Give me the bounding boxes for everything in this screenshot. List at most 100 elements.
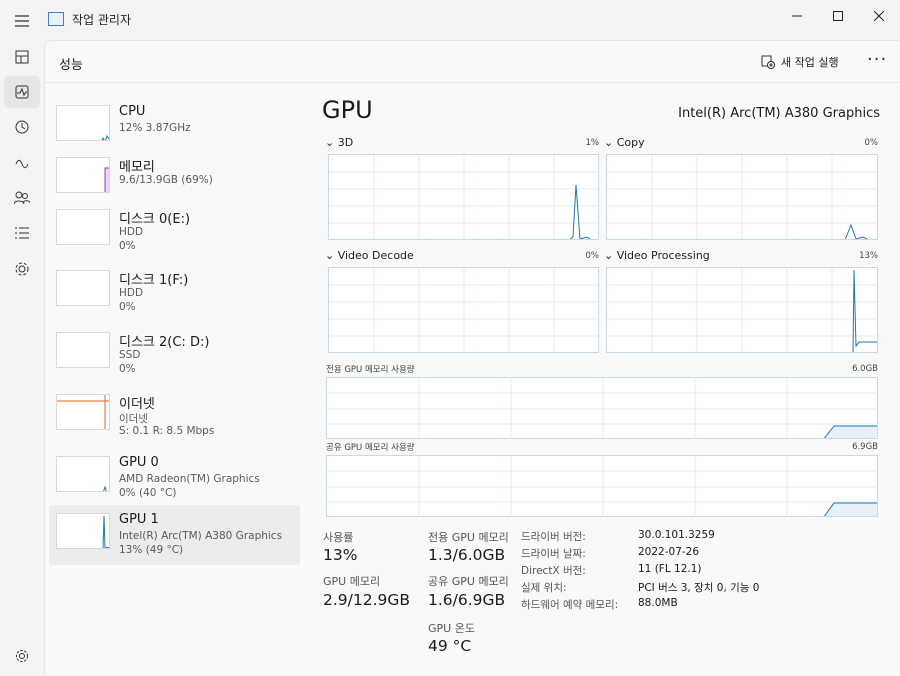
nav-performance[interactable] xyxy=(4,76,40,108)
maximize-icon xyxy=(833,11,843,21)
memory-thumbnail xyxy=(56,157,110,193)
driver-date-value: 2022-07-26 xyxy=(638,546,700,558)
physical-location-key: 실제 위치: xyxy=(521,582,567,594)
new-task-icon xyxy=(761,55,775,69)
gpu-temperature-value: 49 °C xyxy=(428,637,472,655)
resource-detail: 9.6/13.9GB (69%) xyxy=(119,174,213,186)
processes-icon xyxy=(15,50,29,64)
nav-details[interactable] xyxy=(4,217,40,249)
hamburger-menu-button[interactable] xyxy=(4,5,40,37)
engine-percent: 0% xyxy=(585,251,600,261)
engine-copy-graph xyxy=(606,154,878,240)
dedicated-gpu-memory-label: 전용 GPU 메모리 xyxy=(428,531,509,544)
performance-icon xyxy=(15,85,29,99)
resource-usage: 0% xyxy=(119,363,136,375)
resource-item-disk0[interactable]: 디스크 0(E:) HDD 0% xyxy=(49,201,300,261)
disk2-thumbnail xyxy=(56,332,110,368)
nav-app-history[interactable] xyxy=(4,111,40,143)
engine-percent: 1% xyxy=(585,138,600,148)
task-manager-app-icon xyxy=(48,12,64,26)
nav-users[interactable] xyxy=(4,182,40,214)
nav-rail xyxy=(0,0,44,676)
driver-version-value: 30.0.101.3259 xyxy=(638,529,715,541)
minimize-button[interactable] xyxy=(774,0,820,32)
engine-3d-selector[interactable]: ⌄ 3D xyxy=(325,136,353,149)
engine-video-decode-selector[interactable]: ⌄ Video Decode xyxy=(325,249,414,262)
engine-percent: 13% xyxy=(859,251,878,261)
driver-date-key: 드라이버 날짜: xyxy=(521,548,586,560)
resource-item-gpu0[interactable]: GPU 0 AMD Radeon(TM) Graphics 0% (40 °C) xyxy=(49,448,300,508)
close-icon xyxy=(874,11,884,21)
nav-startup-apps[interactable] xyxy=(4,146,40,178)
hardware-reserved-memory-value: 88.0MB xyxy=(638,597,678,609)
new-task-label: 새 작업 실행 xyxy=(781,56,839,69)
minimize-icon xyxy=(792,15,802,17)
engine-copy-selector[interactable]: ⌄ Copy xyxy=(604,136,645,149)
gpu-model-name: Intel(R) Arc(TM) A380 Graphics xyxy=(678,106,880,121)
nav-services[interactable] xyxy=(4,253,40,285)
resource-item-memory[interactable]: 메모리 9.6/13.9GB (69%) xyxy=(49,149,300,209)
resource-name: GPU 1 xyxy=(119,512,159,527)
resource-usage: S: 0.1 R: 8.5 Mbps xyxy=(119,425,215,437)
maximize-button[interactable] xyxy=(815,0,861,32)
resource-item-disk1[interactable]: 디스크 1(F:) HDD 0% xyxy=(49,262,300,322)
engine-video-processing-graph xyxy=(606,267,878,353)
resource-item-ethernet[interactable]: 이더넷 이더넷 S: 0.1 R: 8.5 Mbps xyxy=(49,386,300,446)
resource-item-gpu1[interactable]: GPU 1 Intel(R) Arc(TM) A380 Graphics 13%… xyxy=(49,505,300,565)
gpu1-thumbnail xyxy=(56,513,110,549)
users-icon xyxy=(14,191,30,205)
engine-label: Video Decode xyxy=(337,249,414,262)
content-area: 성능 새 작업 실행 ··· CPU 12% 3.87GHz 메모리 9.6/1… xyxy=(44,40,900,676)
disk1-thumbnail xyxy=(56,270,110,306)
ethernet-thumbnail xyxy=(56,394,110,430)
gpu-memory-label: GPU 메모리 xyxy=(323,575,381,588)
resource-name: CPU xyxy=(119,104,146,119)
resource-usage: 0% (40 °C) xyxy=(119,487,177,499)
more-options-button[interactable]: ··· xyxy=(867,49,887,70)
shared-memory-label: 공유 GPU 메모리 사용량 xyxy=(326,443,415,453)
dedicated-memory-max: 6.0GB xyxy=(852,364,878,374)
directx-version-value: 11 (FL 12.1) xyxy=(638,563,702,575)
details-icon xyxy=(15,227,29,239)
shared-gpu-memory-value: 1.6/6.9GB xyxy=(428,591,506,609)
engine-3d-graph xyxy=(328,154,599,240)
utilization-label: 사용률 xyxy=(323,531,354,544)
resource-item-cpu[interactable]: CPU 12% 3.87GHz xyxy=(49,97,300,157)
nav-settings[interactable] xyxy=(4,640,40,672)
close-button[interactable] xyxy=(856,0,900,32)
gpu-title: GPU xyxy=(322,96,373,124)
engine-label: 3D xyxy=(337,136,354,149)
cpu-thumbnail xyxy=(56,105,110,141)
hamburger-icon xyxy=(15,15,29,27)
resource-detail: Intel(R) Arc(TM) A380 Graphics xyxy=(119,530,283,542)
resource-detail: AMD Radeon(TM) Graphics xyxy=(119,473,260,485)
nav-processes[interactable] xyxy=(4,41,40,73)
resource-name: 디스크 0(E:) xyxy=(119,212,191,227)
startup-icon xyxy=(15,159,29,169)
services-icon xyxy=(15,262,29,276)
resource-detail: 12% 3.87GHz xyxy=(119,122,191,134)
gpu-temperature-label: GPU 온도 xyxy=(428,622,475,635)
resource-usage: 0% xyxy=(119,301,136,313)
resource-usage: 13% (49 °C) xyxy=(119,544,184,556)
engine-video-processing-selector[interactable]: ⌄ Video Processing xyxy=(604,249,710,262)
disk0-thumbnail xyxy=(56,209,110,245)
utilization-value: 13% xyxy=(323,546,358,564)
page-title: 성능 xyxy=(59,58,83,73)
resource-name: 디스크 1(F:) xyxy=(119,273,189,288)
physical-location-value: PCI 버스 3, 장치 0, 기능 0 xyxy=(638,582,760,594)
driver-version-key: 드라이버 버전: xyxy=(521,531,586,543)
window-title: 작업 관리자 xyxy=(72,13,132,27)
settings-gear-icon xyxy=(16,650,28,662)
dedicated-memory-graph xyxy=(326,377,878,439)
resource-name: 디스크 2(C: D:) xyxy=(119,335,210,350)
resource-name: 이더넷 xyxy=(119,397,155,412)
resource-detail: HDD xyxy=(119,226,144,238)
new-task-button[interactable]: 새 작업 실행 xyxy=(761,51,839,73)
resource-detail: 이더넷 xyxy=(119,413,148,425)
resource-item-disk2[interactable]: 디스크 2(C: D:) SSD 0% xyxy=(49,324,300,384)
engine-label: Copy xyxy=(616,136,645,149)
history-icon xyxy=(15,120,29,134)
dedicated-memory-label: 전용 GPU 메모리 사용량 xyxy=(326,365,415,375)
gpu-detail-panel: GPU Intel(R) Arc(TM) A380 Graphics ⌄ 3D … xyxy=(301,83,900,676)
